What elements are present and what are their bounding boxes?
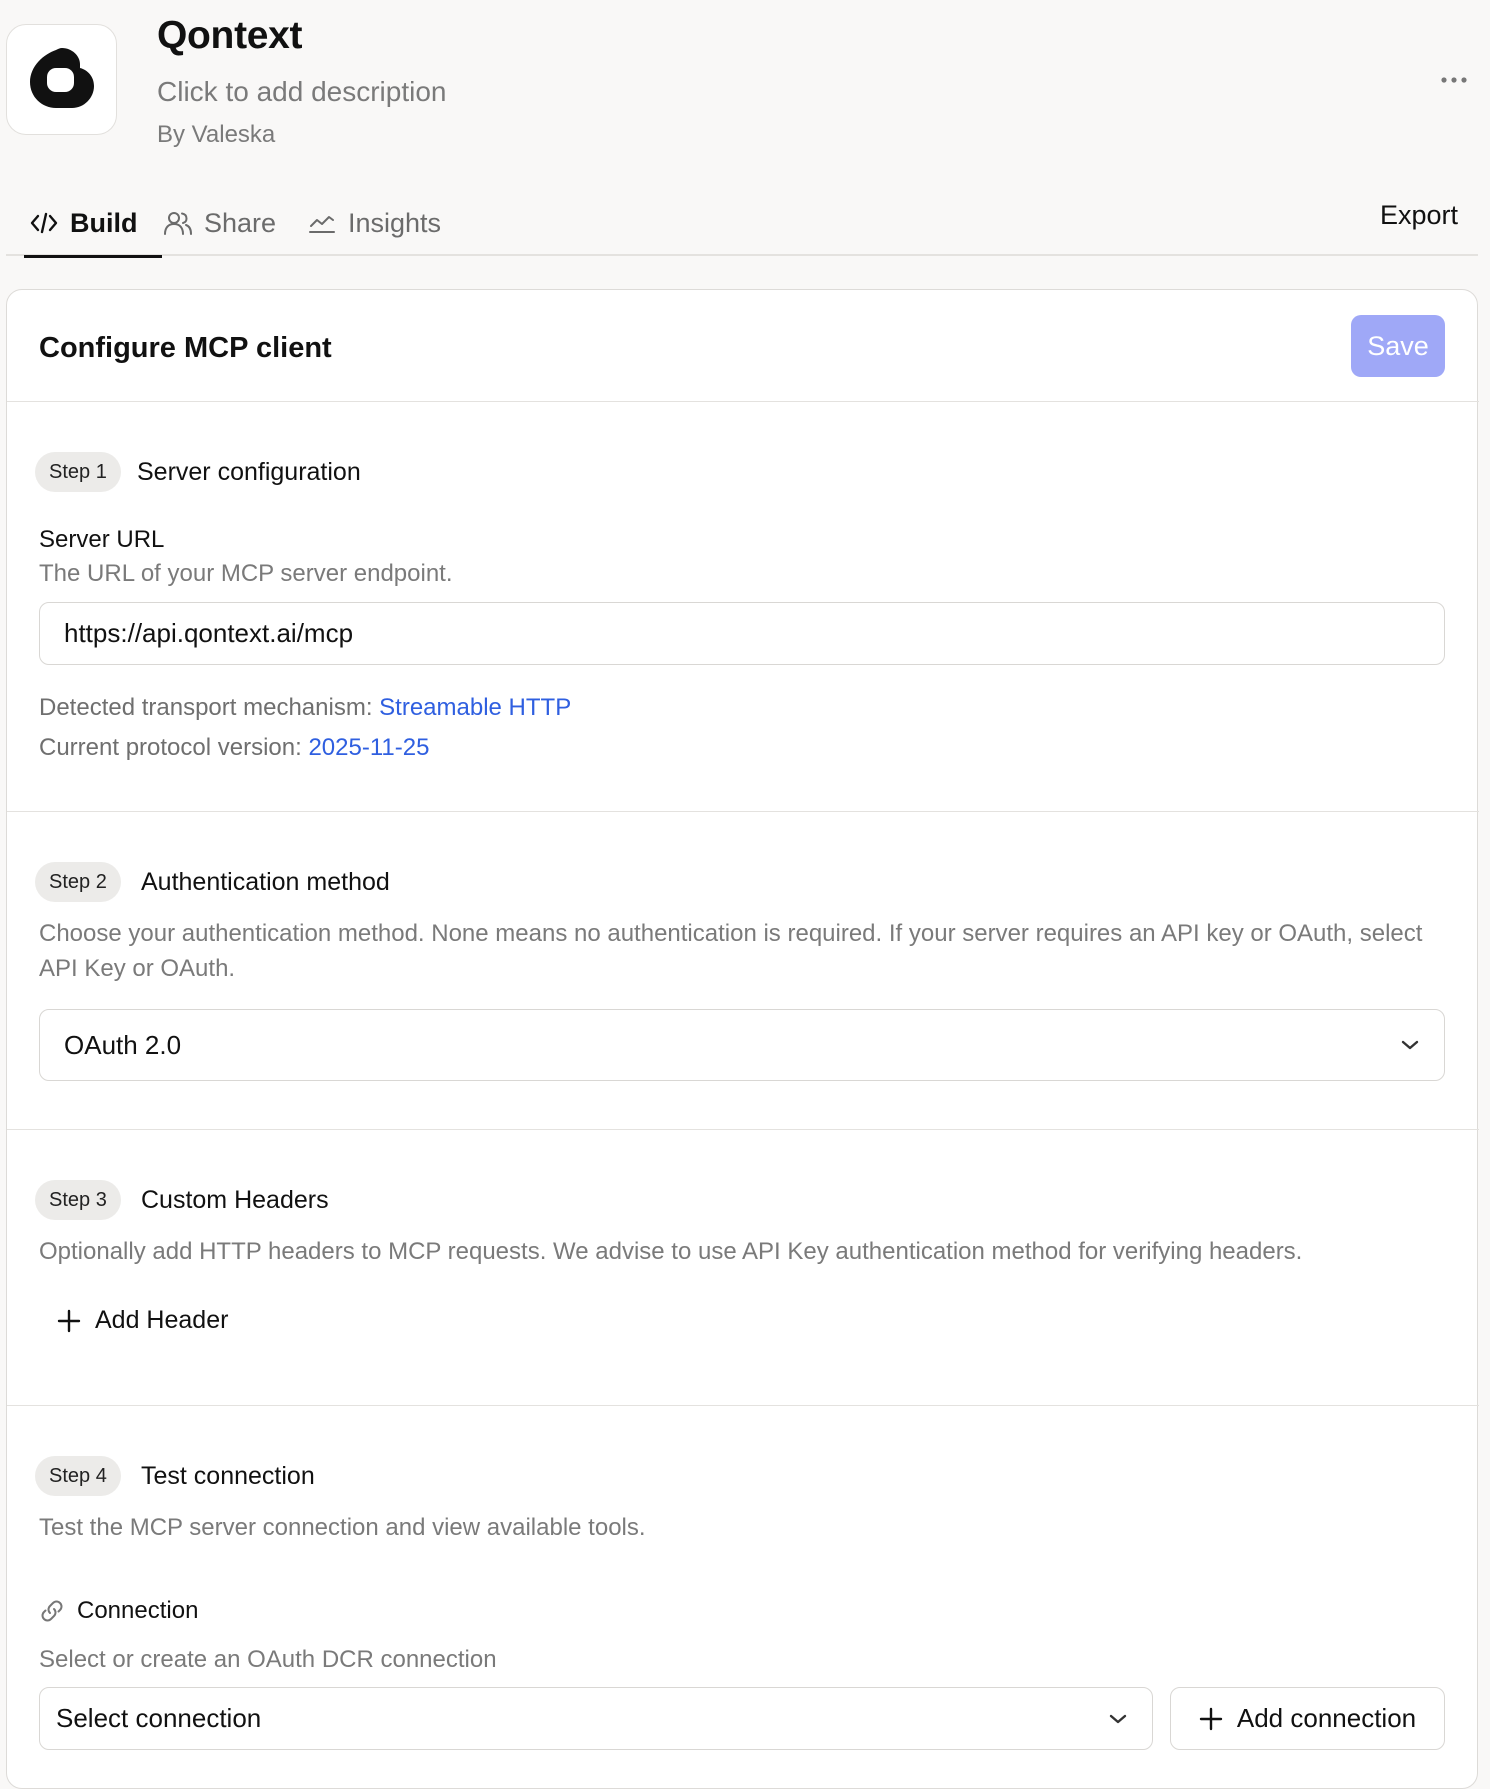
step-3-badge: Step 3 (35, 1180, 121, 1220)
add-header-label: Add Header (95, 1306, 229, 1334)
divider (7, 811, 1479, 812)
tab-share[interactable]: Share (164, 190, 276, 256)
protocol-info: Current protocol version: 2025-11-25 (39, 734, 429, 762)
tab-build[interactable]: Build (24, 190, 161, 258)
server-url-input[interactable] (39, 602, 1445, 665)
save-button[interactable]: Save (1351, 315, 1445, 377)
add-connection-label: Add connection (1236, 1703, 1417, 1733)
chevron-down-icon (1400, 1039, 1420, 1051)
step-3-title: Custom Headers (141, 1186, 329, 1214)
protocol-value[interactable]: 2025-11-25 (308, 734, 429, 761)
app-description[interactable]: Click to add description (157, 76, 446, 108)
users-icon (164, 212, 192, 235)
step-4-badge: Step 4 (35, 1456, 121, 1496)
plus-icon (57, 1309, 81, 1332)
code-icon (30, 212, 58, 234)
qontext-logo-icon (29, 47, 94, 108)
panel-title: Configure MCP client (39, 332, 332, 364)
headers-help: Optionally add HTTP headers to MCP reque… (39, 1238, 1303, 1265)
ellipsis-icon (1441, 77, 1467, 83)
more-options-button[interactable] (1434, 62, 1474, 98)
step-1-badge: Step 1 (35, 452, 121, 492)
step-2-title: Authentication method (141, 868, 390, 896)
auth-method-select[interactable]: OAuth 2.0 (39, 1009, 1445, 1081)
tab-build-label: Build (70, 207, 138, 238)
step-2-badge: Step 2 (35, 862, 121, 902)
transport-value[interactable]: Streamable HTTP (379, 694, 571, 721)
chart-line-icon (309, 216, 335, 233)
transport-info: Detected transport mechanism: Streamable… (39, 694, 571, 722)
add-connection-button[interactable]: Add connection (1170, 1687, 1445, 1750)
server-url-label: Server URL (39, 526, 165, 553)
test-help: Test the MCP server connection and view … (39, 1514, 646, 1541)
tab-insights-label: Insights (348, 207, 442, 238)
connection-select[interactable]: Select connection (39, 1687, 1153, 1750)
add-header-button[interactable]: Add Header (57, 1306, 228, 1335)
connection-label: Connection (77, 1597, 199, 1624)
configure-panel: Configure MCP client Save Step 1 Server … (6, 289, 1479, 1789)
connection-help: Select or create an OAuth DCR connection (39, 1646, 497, 1673)
export-button[interactable]: Export (1380, 200, 1458, 231)
step-1-title: Server configuration (137, 458, 361, 486)
app-title: Qontext (157, 14, 303, 57)
connection-select-value: Select connection (56, 1703, 262, 1733)
divider (7, 401, 1479, 402)
link-icon (41, 1600, 63, 1622)
divider (7, 1405, 1479, 1406)
server-url-help: The URL of your MCP server endpoint. (39, 560, 453, 587)
tab-share-label: Share (204, 207, 277, 238)
divider (7, 1129, 1479, 1130)
protocol-label: Current protocol version: (39, 734, 302, 761)
auth-help: Choose your authentication method. None … (39, 920, 1423, 982)
step-4-title: Test connection (141, 1462, 315, 1490)
transport-label: Detected transport mechanism: (39, 694, 373, 721)
auth-method-value: OAuth 2.0 (64, 1029, 182, 1060)
tab-bar: Build Share Insights (6, 190, 1478, 258)
plus-icon (1199, 1707, 1223, 1730)
tab-insights[interactable]: Insights (308, 190, 441, 256)
app-logo[interactable] (6, 24, 117, 135)
app-author: By Valeska (157, 121, 276, 148)
chevron-down-icon (1108, 1713, 1128, 1725)
connection-label-row: Connection (39, 1597, 198, 1625)
